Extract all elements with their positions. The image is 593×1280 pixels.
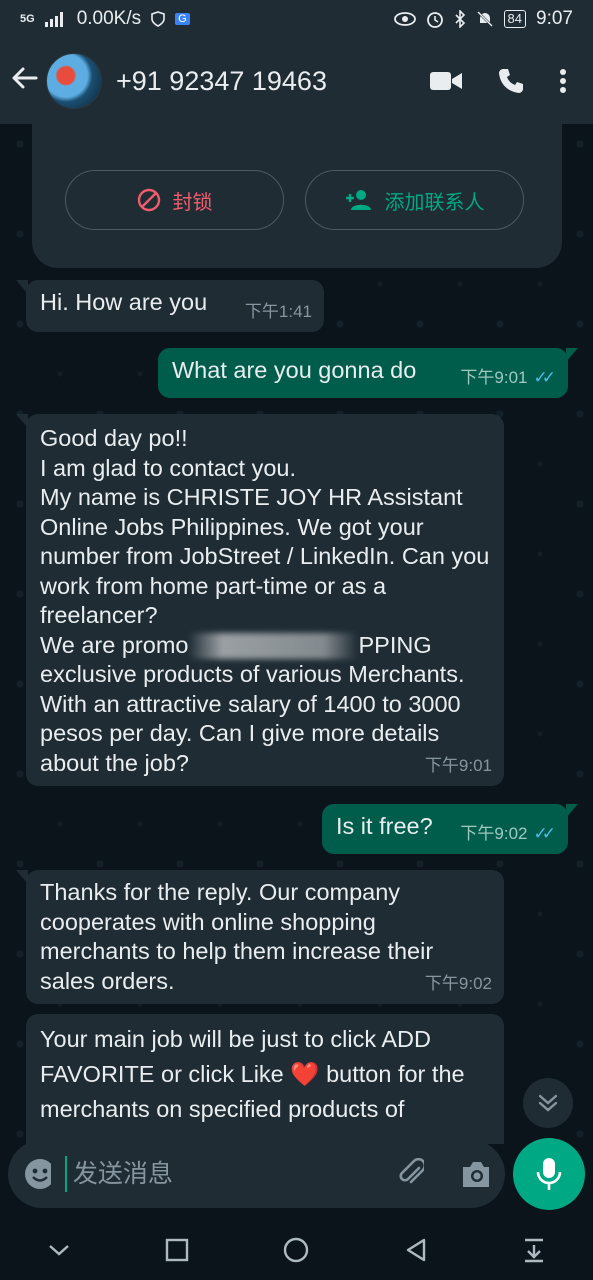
message-line: My name is CHRISTE JOY HR Assistant Onli… (40, 484, 490, 628)
message-time: 下午9:02 (424, 973, 492, 993)
status-bar: 5G 0.00K/s G 84 9:07 (0, 0, 593, 38)
message-incoming[interactable]: Your main job will be just to click ADD … (26, 1014, 504, 1144)
chat-header: +91 92347 19463 (0, 38, 593, 124)
avatar[interactable] (46, 53, 102, 109)
bluetooth-icon (454, 10, 465, 28)
system-navigation-bar (0, 1220, 593, 1280)
add-contact-button[interactable]: 添加联系人 (305, 170, 524, 230)
scroll-to-bottom-button[interactable] (523, 1078, 573, 1128)
message-text: Thanks for the reply. Our company cooper… (40, 879, 434, 994)
signal-icon (44, 12, 63, 27)
add-person-icon (345, 190, 371, 210)
video-call-icon[interactable] (429, 69, 463, 93)
redacted-text (188, 633, 359, 660)
shield-icon (151, 11, 165, 27)
app-notification-icon: G (175, 13, 190, 25)
battery-level: 84 (503, 10, 527, 28)
message-incoming[interactable]: Hi. How are you 下午1:41 (16, 280, 324, 332)
clock: 9:07 (536, 8, 573, 29)
add-contact-label: 添加联系人 (384, 191, 485, 214)
message-incoming[interactable]: Good day po!! I am glad to contact you. … (16, 414, 504, 786)
message-text: Hi. How are you (40, 289, 208, 315)
attach-icon[interactable] (397, 1158, 425, 1190)
home-circle-icon[interactable] (282, 1236, 310, 1264)
recents-square-icon[interactable] (165, 1238, 189, 1262)
eye-icon (393, 12, 416, 26)
read-receipt-icon: ✓✓ (533, 367, 556, 387)
message-input[interactable] (70, 1158, 397, 1190)
voice-message-button[interactable] (513, 1138, 585, 1210)
message-text: Is it free? (336, 813, 433, 839)
block-button[interactable]: 封锁 (65, 170, 284, 230)
microphone-icon (536, 1158, 562, 1190)
read-receipt-icon: ✓✓ (533, 823, 556, 843)
alarm-icon (426, 12, 443, 28)
message-text: What are you gonna do (172, 357, 417, 383)
heart-emoji: ❤️ (290, 1061, 320, 1087)
block-label: 封锁 (172, 191, 213, 214)
signal-indicator: 5G (20, 12, 35, 25)
phone-icon[interactable] (497, 67, 525, 95)
camera-icon[interactable] (460, 1159, 490, 1189)
back-arrow-icon[interactable] (10, 64, 40, 98)
chevron-down-icon[interactable] (47, 1243, 71, 1257)
contact-name[interactable]: +91 92347 19463 (116, 66, 429, 97)
message-time: 下午9:01 (460, 367, 528, 387)
unknown-contact-card: 封锁 添加联系人 (32, 124, 562, 268)
double-chevron-down-icon (538, 1094, 558, 1112)
text-cursor (65, 1156, 67, 1192)
back-triangle-icon[interactable] (404, 1237, 428, 1263)
message-line: We are promo (40, 631, 189, 658)
message-time: 下午9:02 (460, 823, 528, 843)
message-outgoing[interactable]: What are you gonna do 下午9:01 ✓✓ (158, 348, 578, 398)
more-options-icon[interactable] (559, 68, 567, 94)
message-incoming[interactable]: Thanks for the reply. Our company cooper… (16, 870, 504, 1004)
block-icon (137, 188, 160, 212)
message-outgoing[interactable]: Is it free? 下午9:02 ✓✓ (322, 804, 578, 854)
notification-shade-icon[interactable] (522, 1237, 546, 1263)
message-line: Good day po!! (40, 425, 188, 451)
message-time: 下午9:01 (424, 755, 492, 775)
emoji-icon[interactable] (24, 1158, 52, 1190)
message-list[interactable]: 封锁 添加联系人 Hi. How are you 下午1:41 What are… (0, 124, 593, 1144)
network-speed: 0.00K/s (76, 8, 142, 29)
message-line: I am glad to contact you. (40, 454, 297, 481)
message-composer (8, 1140, 505, 1208)
message-time: 下午1:41 (244, 301, 312, 321)
mute-bell-icon (476, 11, 493, 27)
